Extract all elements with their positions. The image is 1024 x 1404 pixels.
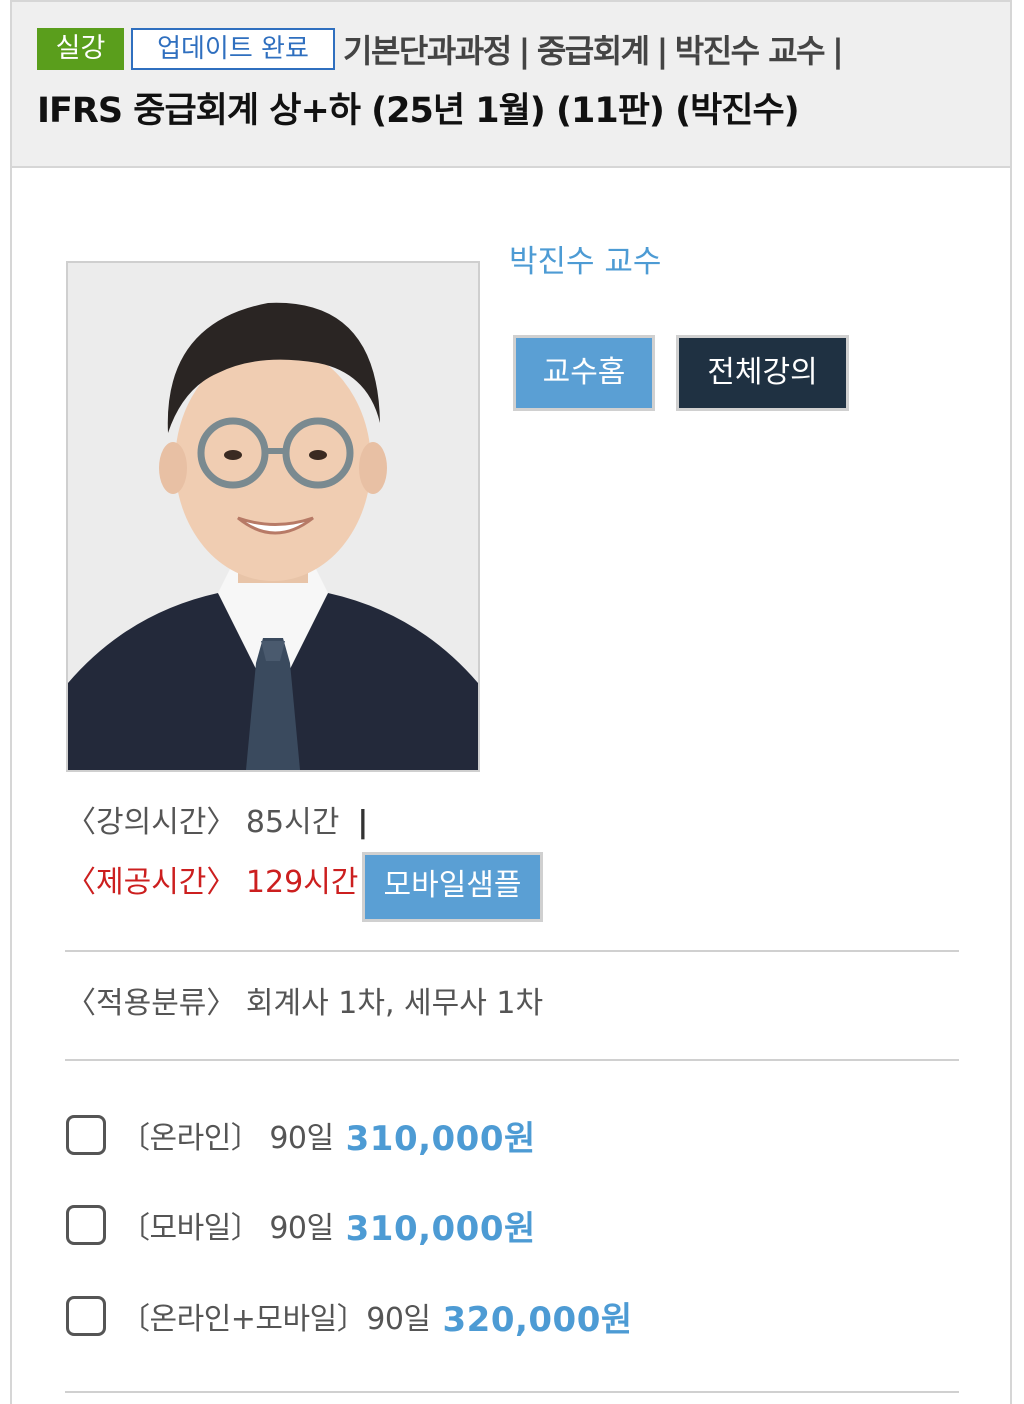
option-price: 320,000원 <box>442 1299 633 1340</box>
purchase-option-mobile[interactable]: 〔모바일〕 90일 310,000원 <box>66 1200 536 1250</box>
live-lecture-badge: 실강 <box>37 28 124 70</box>
breadcrumb-separator: | <box>832 32 844 70</box>
option-checkbox[interactable] <box>66 1296 106 1336</box>
divider <box>65 950 959 952</box>
option-price: 310,000원 <box>345 1208 536 1249</box>
purchase-option-online[interactable]: 〔온라인〕 90일 310,000원 <box>66 1110 536 1160</box>
breadcrumb: 기본단과과정 | 중급회계 | 박진수 교수 | <box>343 26 850 76</box>
breadcrumb-separator: | <box>518 32 531 70</box>
purchase-option-online-mobile[interactable]: 〔온라인+모바일〕90일 320,000원 <box>66 1291 633 1341</box>
breadcrumb-subject[interactable]: 중급회계 <box>537 32 650 70</box>
professor-portrait-icon <box>68 263 478 770</box>
option-label: 〔모바일〕 90일 <box>120 1211 334 1246</box>
professor-photo <box>66 261 480 772</box>
mobile-sample-button[interactable]: 모바일샘플 <box>362 852 543 922</box>
breadcrumb-professor[interactable]: 박진수 교수 <box>675 32 826 70</box>
update-complete-badge: 업데이트 완료 <box>131 28 335 70</box>
breadcrumb-separator: | <box>656 32 669 70</box>
provide-time: 〈제공시간〉 129시간 <box>66 865 359 900</box>
lecture-time-separator: | <box>357 805 369 840</box>
option-price: 310,000원 <box>345 1118 536 1159</box>
option-checkbox[interactable] <box>66 1115 106 1155</box>
professor-name-link[interactable]: 박진수 교수 <box>509 240 661 284</box>
course-title: IFRS 중급회계 상+하 (25년 1월) (11판) (박진수) <box>37 91 800 131</box>
lecture-time: 〈강의시간〉 85시간 | <box>66 800 368 846</box>
breadcrumb-course-type[interactable]: 기본단과과정 <box>343 32 512 70</box>
all-lectures-button[interactable]: 전체강의 <box>676 335 849 411</box>
option-label: 〔온라인〕 90일 <box>120 1121 334 1156</box>
lecture-time-text: 〈강의시간〉 85시간 <box>66 805 340 840</box>
divider <box>65 1391 959 1393</box>
option-label: 〔온라인+모바일〕90일 <box>120 1302 431 1337</box>
applicable-category: 〈적용분류〉 회계사 1차, 세무사 1차 <box>66 986 544 1021</box>
professor-home-button[interactable]: 교수홈 <box>513 335 655 411</box>
divider <box>65 1059 959 1061</box>
option-checkbox[interactable] <box>66 1205 106 1245</box>
